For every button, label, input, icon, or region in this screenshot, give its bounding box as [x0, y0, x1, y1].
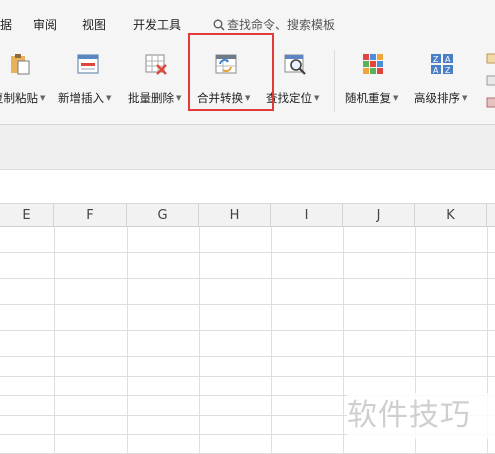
- chevron-down-icon: ▼: [106, 94, 112, 102]
- svg-text:A: A: [445, 55, 451, 64]
- chevron-down-icon: ▼: [40, 94, 46, 102]
- chevron-down-icon: ▼: [176, 94, 182, 102]
- column-header-f[interactable]: F: [54, 204, 127, 227]
- paste-icon: [11, 54, 30, 75]
- chevron-down-icon: ▼: [393, 94, 399, 102]
- delete-icon: [145, 54, 167, 75]
- advanced-sort-label: 高级排序: [414, 91, 460, 105]
- batch-delete-label: 批量删除: [128, 91, 174, 105]
- find-locate-button[interactable]: 查找定位 ▼: [266, 50, 328, 112]
- copy-paste-label: 复制粘贴: [0, 91, 38, 105]
- find-locate-icon: [284, 54, 306, 75]
- insert-label: 新增插入: [58, 91, 104, 105]
- command-search[interactable]: 查找命令、搜索模板: [213, 17, 335, 33]
- column-header-k[interactable]: K: [415, 204, 487, 227]
- column-header-i[interactable]: I: [271, 204, 343, 227]
- advanced-sort-button[interactable]: Z A A Z 高级排序 ▼: [414, 50, 476, 112]
- column-header-j[interactable]: J: [343, 204, 415, 227]
- svg-text:A: A: [433, 66, 439, 75]
- menu-review[interactable]: 审阅: [33, 17, 57, 33]
- watermark-text: 软件技巧: [347, 393, 495, 439]
- advanced-sort-icon: Z A A Z: [431, 54, 453, 75]
- chevron-down-icon: ▼: [462, 94, 468, 102]
- sheet-gap: [0, 170, 495, 203]
- batch-delete-button[interactable]: 批量删除 ▼: [128, 50, 188, 112]
- more-tools-icon[interactable]: [486, 52, 495, 112]
- ribbon-separator: [334, 50, 335, 112]
- column-header-g[interactable]: G: [127, 204, 199, 227]
- column-header-h[interactable]: H: [199, 204, 271, 227]
- insert-button[interactable]: 新增插入 ▼: [58, 50, 120, 112]
- svg-text:Z: Z: [445, 66, 451, 75]
- formula-bar-area: [0, 125, 495, 170]
- random-repeat-icon: [363, 54, 383, 74]
- menu-developer-tools[interactable]: 开发工具: [133, 17, 181, 33]
- column-headers: E F G H I J K: [0, 203, 495, 227]
- copy-paste-button[interactable]: 复制粘贴▼: [0, 50, 52, 112]
- insert-icon: [77, 54, 99, 74]
- highlight-box: [188, 33, 274, 111]
- menu-data[interactable]: 据: [0, 17, 12, 33]
- random-repeat-label: 随机重复: [345, 91, 391, 105]
- search-icon: [213, 19, 225, 31]
- column-header-e[interactable]: E: [0, 204, 54, 227]
- search-placeholder: 查找命令、搜索模板: [227, 18, 336, 32]
- chevron-down-icon: ▼: [314, 94, 320, 102]
- svg-text:Z: Z: [433, 55, 439, 64]
- menu-view[interactable]: 视图: [82, 17, 106, 33]
- random-repeat-button[interactable]: 随机重复 ▼: [345, 50, 407, 112]
